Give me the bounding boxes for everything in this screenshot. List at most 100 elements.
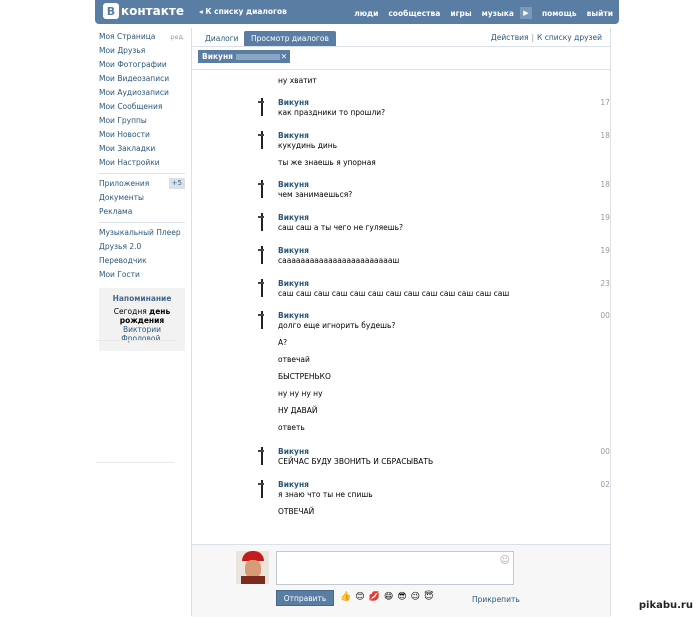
- message-text: ответь: [278, 423, 305, 432]
- smiley-icon[interactable]: ☺: [500, 555, 510, 566]
- message-author[interactable]: Викуня: [278, 311, 568, 321]
- message-text: долго еще игнорить будешь?: [278, 321, 396, 330]
- edit-link[interactable]: ред.: [170, 30, 185, 44]
- sidebar-divider: [99, 222, 185, 223]
- message-text: А?: [278, 338, 288, 347]
- sidebar-item-translator[interactable]: Переводчик: [99, 254, 185, 268]
- message-text: ну хватит: [278, 76, 317, 85]
- emoji-angel-icon[interactable]: 😇: [424, 592, 433, 602]
- message-time: 18:46:55: [600, 180, 610, 189]
- sidebar-item-photos[interactable]: Мои Фотографии: [99, 58, 185, 72]
- message-author[interactable]: Викуня: [278, 447, 568, 457]
- message-time: 23:23:21: [600, 279, 610, 288]
- avatar[interactable]: [251, 447, 269, 469]
- message-text: сааааааааааааааааааааааааш: [278, 256, 400, 265]
- message-author[interactable]: Викуня: [278, 180, 568, 190]
- sidebar-item-ads[interactable]: Реклама: [99, 205, 185, 219]
- tab-view-dialogs[interactable]: Просмотр диалогов: [244, 31, 336, 46]
- avatar[interactable]: [251, 213, 269, 235]
- message-item: Викуня 02:01:36 я знаю что ты не спишь ОТВЕ…: [278, 480, 610, 516]
- faint-divider: [96, 340, 176, 341]
- sidebar-item-news[interactable]: Мои Новости: [99, 128, 185, 142]
- avatar[interactable]: [251, 311, 269, 333]
- composer: ☺ Отправить 👍 😊 💋 😄 😎 😉 😇 Прикрепить: [192, 544, 610, 617]
- sidebar-item-apps[interactable]: Приложения +5: [99, 177, 185, 191]
- message-item: Викуня 18:00:33 кукудинь динь ты же знаешь …: [278, 131, 610, 167]
- attach-link[interactable]: Прикрепить: [472, 595, 520, 604]
- message-time: 17:54:13: [600, 98, 610, 107]
- nav-games[interactable]: игры: [450, 9, 471, 18]
- message-item: ну хватит: [278, 76, 568, 85]
- nav-communities[interactable]: сообщества: [388, 9, 440, 18]
- sidebar-item-my-page[interactable]: Моя Страница ред.: [99, 30, 185, 44]
- message-time: 02:01:36: [600, 480, 610, 489]
- message-text: отвечай: [278, 355, 310, 364]
- message-text: как праздники то прошли?: [278, 108, 386, 117]
- avatar[interactable]: [251, 98, 269, 120]
- to-friends-link[interactable]: К списку друзей: [537, 33, 602, 42]
- sidebar-item-label: Моя Страница: [99, 32, 156, 41]
- message-author[interactable]: Викуня: [278, 246, 568, 256]
- sidebar-item-friends[interactable]: Мои Друзья: [99, 44, 185, 58]
- emoji-wink-icon[interactable]: 😉: [411, 592, 420, 602]
- nav-help[interactable]: помощь: [542, 9, 577, 18]
- message-time: 19:26:37: [600, 246, 610, 255]
- peer-row: Викуня ✕: [192, 47, 610, 70]
- sidebar-item-audio[interactable]: Мои Аудиозаписи: [99, 86, 185, 100]
- message-text: кукудинь динь: [278, 141, 338, 150]
- sidebar-item-bookmarks[interactable]: Мои Закладки: [99, 142, 185, 156]
- watermark: pikabu.ru: [635, 599, 696, 612]
- emoji-kiss-icon[interactable]: 💋: [369, 592, 380, 602]
- sidebar-item-messages[interactable]: Мои Сообщения: [99, 100, 185, 114]
- message-text: я знаю что ты не спишь: [278, 490, 373, 499]
- avatar[interactable]: [236, 551, 269, 584]
- message-text: СЕЙЧАС БУДУ ЗВОНИТЬ И СБРАСЫВАТЬ: [278, 457, 434, 466]
- sidebar-item-documents[interactable]: Документы: [99, 191, 185, 205]
- message-history[interactable]: ну хватит Викуня 17:54:13 как праздники то …: [192, 70, 610, 572]
- peer-chip[interactable]: Викуня ✕: [198, 50, 290, 63]
- nav-people[interactable]: люди: [354, 9, 378, 18]
- avatar[interactable]: [251, 279, 269, 301]
- vk-logo[interactable]: В контакте: [103, 3, 184, 19]
- message-item: Викуня 17:54:13 как праздники то прошли?: [278, 98, 610, 117]
- left-sidebar: Моя Страница ред. Мои Друзья Мои Фотограф…: [99, 30, 185, 351]
- message-author[interactable]: Викуня: [278, 480, 568, 490]
- sidebar-item-guests[interactable]: Мои Гости: [99, 268, 185, 282]
- emoji-grin-icon[interactable]: 😄: [384, 592, 393, 602]
- back-to-dialogs-link[interactable]: ◂ К списку диалогов: [199, 7, 287, 16]
- message-input[interactable]: ☺: [276, 551, 514, 585]
- actions-link[interactable]: Действия: [491, 33, 529, 42]
- sidebar-item-music-player[interactable]: Музыкальный Плеер: [99, 226, 185, 240]
- nav-logout[interactable]: выйти: [587, 9, 613, 18]
- avatar[interactable]: [251, 480, 269, 502]
- message-item: Викуня 19:12:51 саш саш а ты чего не гуляе…: [278, 213, 610, 232]
- sidebar-item-label: Приложения: [99, 179, 150, 188]
- message-item: Викуня 00:42:24 долго еще игнорить будешь?…: [278, 311, 610, 432]
- message-text: ты же знаешь я упорная: [278, 158, 376, 167]
- message-time: 19:12:51: [600, 213, 610, 222]
- message-author[interactable]: Викуня: [278, 131, 568, 141]
- avatar[interactable]: [251, 131, 269, 153]
- sidebar-item-groups[interactable]: Мои Группы: [99, 114, 185, 128]
- sidebar-item-videos[interactable]: Мои Видеозаписи: [99, 72, 185, 86]
- avatar[interactable]: [251, 180, 269, 202]
- message-author[interactable]: Викуня: [278, 213, 568, 223]
- send-button[interactable]: Отправить: [276, 590, 334, 606]
- message-time: 00:42:24: [600, 311, 610, 320]
- close-icon[interactable]: ✕: [281, 50, 287, 63]
- emoji-smile-icon[interactable]: 😊: [355, 592, 364, 602]
- sidebar-item-settings[interactable]: Мои Настройки: [99, 156, 185, 170]
- nav-music[interactable]: музыка: [482, 9, 514, 18]
- message-item: Викуня 19:26:37 сааааааааааааааааааааааааш: [278, 246, 610, 265]
- tab-dialogs[interactable]: Диалоги: [198, 31, 246, 46]
- sidebar-item-friends2[interactable]: Друзья 2.0: [99, 240, 185, 254]
- avatar[interactable]: [251, 246, 269, 268]
- message-author[interactable]: Викуня: [278, 98, 568, 108]
- reminder-title: Напоминание: [112, 294, 172, 303]
- emoji-like-icon[interactable]: 👍: [340, 592, 351, 602]
- apps-count-badge: +5: [168, 178, 185, 189]
- tabs-right-links: Действия | К списку друзей: [490, 33, 602, 42]
- play-icon[interactable]: ▶: [519, 7, 532, 19]
- message-author[interactable]: Викуня: [278, 279, 568, 289]
- emoji-cool-icon[interactable]: 😎: [397, 592, 406, 602]
